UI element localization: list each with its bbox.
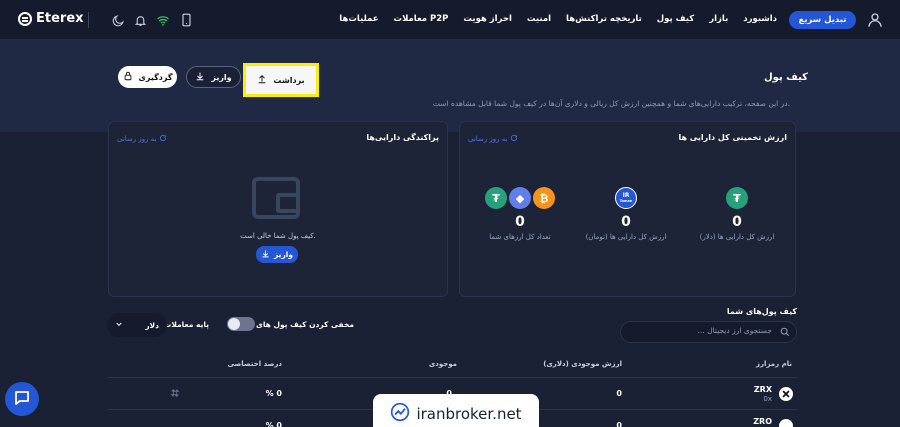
- update-button[interactable]: به روز رسانی: [117, 134, 167, 144]
- user-icon[interactable]: [866, 11, 884, 29]
- coin-symbol: ZRO: [753, 417, 772, 426]
- base-currency-value: دلار: [145, 320, 159, 330]
- top-bar: Eterex داشبورد بازار کیف پول تاریخچه ترا…: [0, 0, 900, 40]
- arrow-down-icon: [261, 249, 270, 260]
- stat-usd-value: 0: [732, 214, 742, 230]
- eth-icon: ◆: [509, 187, 531, 209]
- col-name: نام رمزارز: [755, 360, 792, 368]
- stat-toman-value: 0: [621, 214, 631, 230]
- withdraw-button[interactable]: برداشت: [243, 63, 319, 97]
- stat-usd: ₮ 0 ارزش کل دارایی ها (دلار): [687, 187, 787, 241]
- zrx-icon: [779, 387, 793, 401]
- wallets-title: کیف پول‌های شما: [726, 307, 797, 316]
- stat-toman-label: ارزش کل دارایی ها (تومان): [585, 233, 667, 241]
- dust-convert-button[interactable]: گردگیری: [118, 66, 177, 88]
- nav-wallet[interactable]: کیف پول: [657, 14, 694, 24]
- trend-icon: [390, 402, 410, 426]
- support-chat-button[interactable]: [5, 382, 39, 416]
- refresh-icon: [159, 134, 167, 144]
- nav-security[interactable]: امنیت: [527, 14, 551, 24]
- page-title: کیف پول: [764, 72, 808, 83]
- row-percent: % 0: [265, 421, 282, 427]
- deposit-button[interactable]: واریز: [186, 66, 241, 88]
- btc-icon: ₿: [533, 187, 555, 209]
- dust-convert-label: گردگیری: [138, 72, 173, 82]
- empty-wallet-text: کیف پول شما خالی است.: [240, 232, 316, 240]
- arrow-down-icon: [195, 71, 205, 83]
- zro-icon: [779, 419, 793, 427]
- table-header: نام رمزارز ارزش موجودی (دلاری) موجودی در…: [0, 360, 900, 374]
- divider: [88, 12, 89, 28]
- card-title: پراکندگی دارایی‌ها: [366, 133, 439, 142]
- col-usd-value: ارزش موجودی (دلاری): [543, 360, 622, 368]
- update-label: به روز رسانی: [117, 135, 157, 143]
- row-percent: % 0: [265, 389, 282, 398]
- empty-wallet-icon: [252, 177, 300, 219]
- update-label: به روز رسانی: [468, 135, 508, 143]
- withdraw-label: برداشت: [273, 75, 305, 85]
- watermark-badge: iranbroker.net: [373, 394, 539, 427]
- lock-icon: [123, 71, 133, 83]
- stat-usd-label: ارزش کل دارایی ها (دلار): [699, 233, 775, 241]
- search-icon: [780, 327, 790, 339]
- base-currency-label: پایه معاملات: [163, 320, 209, 329]
- tether-icon: ₮: [726, 187, 748, 209]
- empty-deposit-button[interactable]: واریز: [256, 246, 298, 263]
- deposit-label: واریز: [211, 72, 232, 82]
- moon-icon[interactable]: [110, 12, 126, 28]
- chevron-down-icon: [115, 320, 123, 330]
- search-box: [620, 321, 797, 343]
- estimated-value-card: ارزش تخمینی کل دارایی ها به روز رسانی ₮ …: [459, 121, 796, 297]
- stat-toman: IR Toman 0 ارزش کل دارایی ها (تومان): [576, 187, 676, 241]
- nav-dashboard[interactable]: داشبورد: [743, 14, 777, 24]
- nav-operations[interactable]: عملیات‌ها: [339, 14, 378, 24]
- main-nav: داشبورد بازار کیف پول تاریخچه تراکنش‌ها …: [339, 14, 777, 24]
- stat-count-label: تعداد کل ارزهای شما: [489, 233, 551, 241]
- trade-icon[interactable]: [170, 388, 180, 400]
- mobile-icon[interactable]: [178, 12, 194, 28]
- card-title: ارزش تخمینی کل دارایی ها: [678, 133, 787, 142]
- search-input[interactable]: [632, 326, 772, 335]
- hide-empty-toggle[interactable]: [227, 317, 255, 331]
- row-usd-value: 0: [616, 389, 622, 398]
- row-usd-value: 0: [616, 421, 622, 427]
- asset-distribution-card: پراکندگی دارایی‌ها به روز رسانی کیف پول …: [108, 121, 448, 297]
- toman-badge-bottom: Toman: [619, 199, 633, 203]
- col-percent: درصد اختصاصی: [227, 360, 282, 368]
- nav-kyc[interactable]: احراز هویت: [463, 14, 512, 24]
- page-description: در این صفحه، ترکیب دارایی‌های شما و همچن…: [432, 99, 790, 108]
- tether-icon: ₮: [485, 187, 507, 209]
- coin-name: 0x: [763, 395, 772, 403]
- stat-count-value: 0: [515, 214, 525, 230]
- logo-icon: [18, 11, 32, 26]
- logo-text: Eterex: [36, 11, 84, 26]
- nav-market[interactable]: بازار: [709, 14, 728, 24]
- logo[interactable]: Eterex: [18, 11, 84, 26]
- quick-swap-button[interactable]: تبدیل سریع: [789, 11, 856, 29]
- arrow-up-icon: [257, 74, 267, 86]
- chat-icon: [13, 389, 31, 409]
- col-balance: موجودی: [428, 360, 457, 368]
- wifi-icon: [155, 12, 171, 28]
- nav-history[interactable]: تاریخچه تراکنش‌ها: [566, 14, 642, 24]
- nav-p2p[interactable]: معاملات P2P: [394, 14, 449, 24]
- coin-symbol: ZRX: [753, 385, 772, 394]
- update-button[interactable]: به روز رسانی: [468, 134, 518, 144]
- toman-icon: IR Toman: [615, 187, 637, 209]
- watermark-text: iranbroker.net: [416, 405, 522, 423]
- refresh-icon: [510, 134, 518, 144]
- stat-count: ₮ ◆ ₿ 0 تعداد کل ارزهای شما: [470, 187, 570, 241]
- bell-icon[interactable]: [132, 12, 148, 28]
- base-currency-select[interactable]: دلار: [107, 313, 167, 337]
- deposit-label: واریز: [273, 250, 294, 259]
